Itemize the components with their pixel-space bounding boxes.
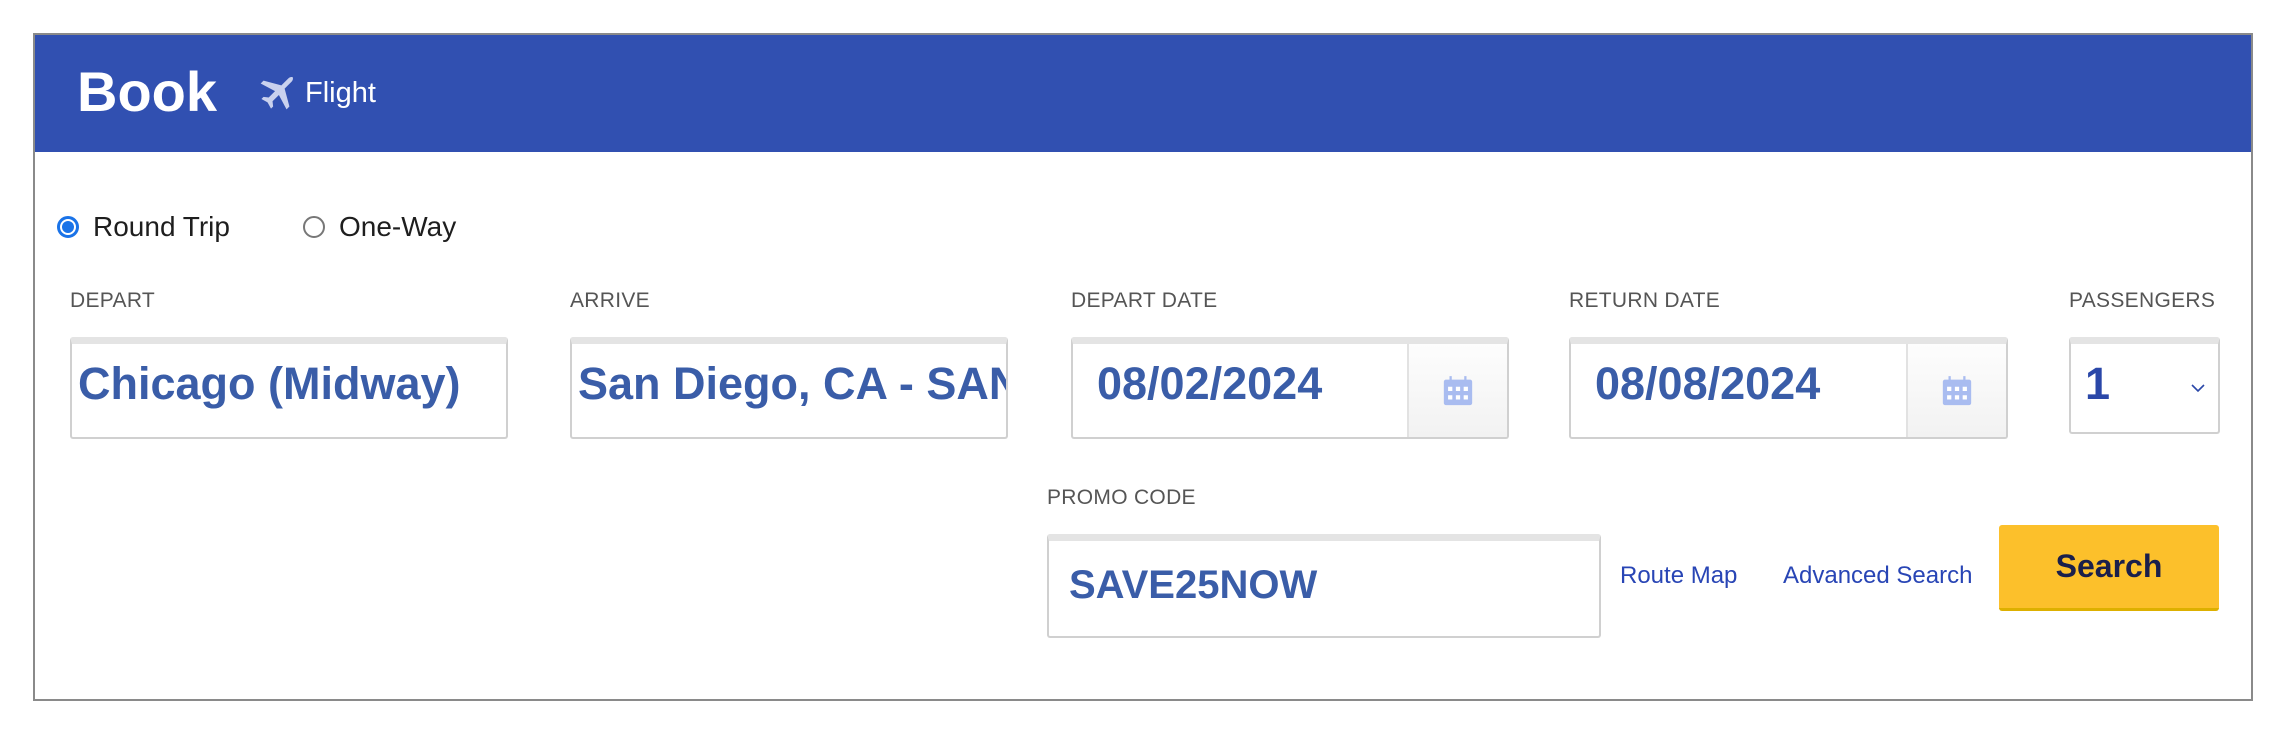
round-trip-label: Round Trip xyxy=(93,211,230,242)
round-trip-radio[interactable]: Round Trip xyxy=(57,211,230,243)
depart-date-input[interactable]: 08/02/2024 xyxy=(1071,337,1509,439)
arrive-value: San Diego, CA - SAN xyxy=(578,358,1008,409)
return-date-value: 08/08/2024 xyxy=(1595,358,1821,409)
depart-input[interactable]: Chicago (Midway) xyxy=(70,337,508,439)
page-title: Book xyxy=(77,60,217,123)
promo-code-input[interactable]: SAVE25NOW xyxy=(1047,534,1601,638)
passengers-label: PASSENGERS xyxy=(2069,289,2216,312)
one-way-radio[interactable]: One-Way xyxy=(303,211,456,243)
calendar-icon xyxy=(1443,375,1473,405)
arrive-input[interactable]: San Diego, CA - SAN xyxy=(570,337,1008,439)
calendar-icon xyxy=(1942,375,1972,405)
booking-header: Book Flight xyxy=(35,35,2251,152)
radio-unselected-icon[interactable] xyxy=(303,216,325,238)
airplane-icon xyxy=(260,76,294,110)
passengers-select[interactable]: 1 xyxy=(2069,337,2220,434)
route-map-link[interactable]: Route Map xyxy=(1620,562,1737,590)
chevron-down-icon xyxy=(2191,384,2205,393)
depart-date-picker-button[interactable] xyxy=(1407,344,1507,437)
tab-flight[interactable]: Flight xyxy=(305,77,376,110)
promo-code-value: SAVE25NOW xyxy=(1069,563,1318,607)
return-date-label: RETURN DATE xyxy=(1569,289,1721,312)
one-way-label: One-Way xyxy=(339,211,457,242)
depart-date-value: 08/02/2024 xyxy=(1097,358,1323,409)
depart-label: DEPART xyxy=(70,289,156,312)
return-date-input[interactable]: 08/08/2024 xyxy=(1569,337,2008,439)
search-button[interactable]: Search xyxy=(1999,525,2219,611)
arrive-label: ARRIVE xyxy=(570,289,650,312)
depart-value: Chicago (Midway) xyxy=(78,358,461,409)
radio-selected-icon[interactable] xyxy=(57,216,79,238)
return-date-picker-button[interactable] xyxy=(1906,344,2006,437)
passengers-value: 1 xyxy=(2085,358,2111,409)
booking-panel: Book Flight Round Trip One-Way DEPART AR… xyxy=(33,33,2253,701)
depart-date-label: DEPART DATE xyxy=(1071,289,1218,312)
advanced-search-link[interactable]: Advanced Search xyxy=(1783,562,1972,590)
promo-code-label: PROMO CODE xyxy=(1047,486,1196,509)
